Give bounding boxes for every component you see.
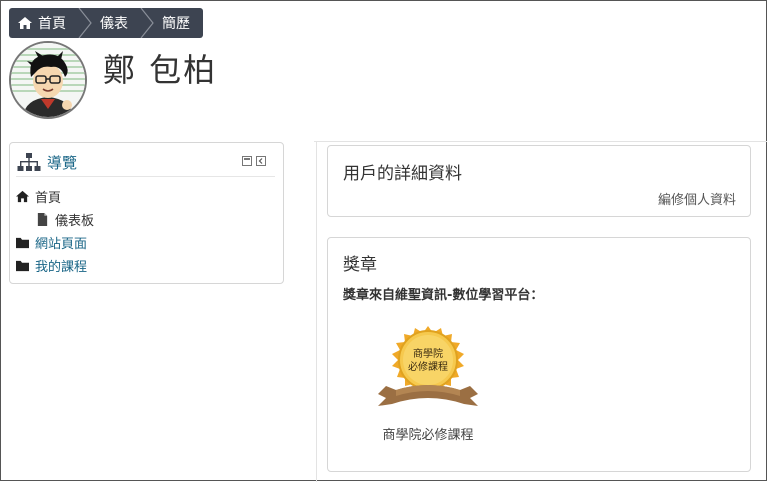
badges-card: 獎章 獎章來自維聖資訊-數位學習平台： 商學院 必修課程 商學院必修課程 [327,237,751,472]
nav-item-site-pages[interactable]: 網站頁面 [16,233,87,252]
nav-item-home[interactable]: 首頁 [16,187,61,206]
home-icon [18,17,32,29]
badge-text-line1: 商學院 [413,347,443,360]
sitemap-icon [17,152,41,171]
navigation-divider [16,176,275,177]
user-name: 鄭 包柏 [103,51,218,89]
dock-block-icon[interactable] [256,156,266,166]
breadcrumb-label: 首頁 [38,16,66,32]
navigation-block: 導覽 首頁 儀表板 網站頁面 我的課程 [9,142,284,284]
nav-item-label: 儀表板 [55,214,95,229]
edit-profile-link[interactable]: 編修個人資料 [658,189,736,208]
badge-name[interactable]: 商學院必修課程 [376,424,480,443]
nav-item-dashboard[interactable]: 儀表板 [36,210,94,229]
folder-icon [16,260,29,272]
user-details-card: 用戶的詳細資料 編修個人資料 [327,145,751,217]
folder-icon [16,237,29,249]
avatar[interactable] [9,41,87,119]
block-controls [242,156,266,166]
breadcrumb-label: 簡歷 [162,16,190,32]
breadcrumb-separator [78,8,92,38]
home-icon [16,190,29,203]
nav-item-label: 網站頁面 [35,237,88,252]
nav-item-my-courses[interactable]: 我的課程 [16,256,87,275]
document-icon [37,213,48,226]
badge-medal-icon: 商學院 必修課程 [378,326,478,406]
breadcrumb-item-dashboard[interactable]: 儀表 [100,8,140,38]
badge-item[interactable]: 商學院 必修課程 商學院必修課程 [376,324,480,443]
badge-text-line2: 必修課程 [408,360,448,373]
badges-title: 獎章 [343,255,377,275]
navigation-title[interactable]: 導覽 [47,152,77,173]
breadcrumb-item-home[interactable]: 首頁 [9,8,78,38]
avatar-image [11,43,85,117]
breadcrumb-separator [140,8,154,38]
nav-item-label: 我的課程 [35,260,88,275]
breadcrumb-item-profile[interactable]: 簡歷 [162,8,202,38]
badge-source-text: 獎章來自維聖資訊-數位學習平台： [343,288,544,303]
user-details-title: 用戶的詳細資料 [343,164,462,184]
nav-item-label: 首頁 [35,191,62,206]
breadcrumb: 首頁 儀表 簡歷 [9,8,203,38]
breadcrumb-label: 儀表 [100,16,128,32]
collapse-block-icon[interactable] [242,156,252,166]
navigation-header: 導覽 [17,152,77,173]
